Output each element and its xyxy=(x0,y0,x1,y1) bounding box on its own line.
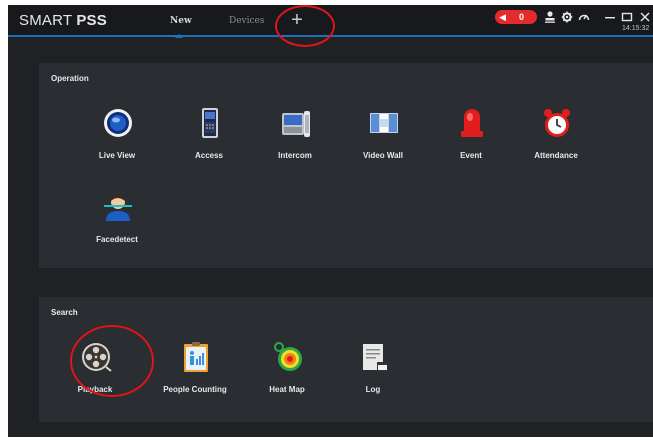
heat-map-tile[interactable]: Heat Map xyxy=(247,341,327,413)
live-view-label: Live View xyxy=(98,151,136,160)
smart-pss-window: SMART PSS New Devices + ◀ 0 14:15:32 Ope… xyxy=(8,5,653,437)
maximize-icon[interactable] xyxy=(621,10,633,24)
attendance-icon xyxy=(541,107,573,139)
attendance-tile[interactable]: Attendance xyxy=(516,107,596,179)
log-icon xyxy=(358,341,390,373)
video-wall-icon xyxy=(368,107,400,139)
user-icon[interactable] xyxy=(544,10,556,24)
clock: 14:15:32 xyxy=(622,25,650,32)
facedetect-tile[interactable]: Facedetect xyxy=(77,191,157,263)
video-wall-label: Video Wall xyxy=(362,151,403,160)
intercom-tile[interactable]: Intercom xyxy=(255,107,335,179)
playback-icon xyxy=(80,341,112,373)
alarm-count: 0 xyxy=(519,12,525,22)
gear-icon[interactable] xyxy=(561,10,573,24)
performance-icon[interactable] xyxy=(578,10,590,24)
access-label: Access xyxy=(194,151,224,160)
intercom-label: Intercom xyxy=(278,151,312,160)
access-icon xyxy=(194,107,226,139)
video-wall-tile[interactable]: Video Wall xyxy=(343,107,423,179)
playback-tile[interactable]: Playback xyxy=(55,341,135,413)
search-title: Search xyxy=(51,308,78,317)
tab-devices[interactable]: Devices xyxy=(229,16,265,26)
operation-title: Operation xyxy=(51,74,89,83)
heat-map-label: Heat Map xyxy=(269,385,305,394)
title-bar: SMART PSS New Devices + ◀ 0 14:15:32 xyxy=(8,5,653,38)
log-label: Log xyxy=(365,385,381,394)
log-tile[interactable]: Log xyxy=(333,341,413,413)
live-view-tile[interactable]: Live View xyxy=(77,107,157,179)
operation-panel: Operation Live View Access Intercom Vide… xyxy=(39,63,653,268)
live-view-icon xyxy=(102,107,134,139)
playback-label: Playback xyxy=(77,385,113,394)
people-counting-tile[interactable]: People Counting xyxy=(155,341,235,413)
access-tile[interactable]: Access xyxy=(169,107,249,179)
people-counting-icon xyxy=(180,341,212,373)
minimize-icon[interactable] xyxy=(604,10,616,24)
tab-new[interactable]: New xyxy=(170,16,192,38)
intercom-icon xyxy=(280,107,312,139)
add-tab-button[interactable]: + xyxy=(288,10,306,30)
close-icon[interactable] xyxy=(639,10,651,24)
facedetect-label: Facedetect xyxy=(96,235,138,244)
facedetect-icon xyxy=(102,191,134,223)
speaker-icon: ◀ xyxy=(499,12,506,22)
event-label: Event xyxy=(460,151,482,160)
event-tile[interactable]: Event xyxy=(431,107,511,179)
app-logo: SMART PSS xyxy=(19,12,107,29)
search-panel: Search Playback People Counting Heat Map… xyxy=(39,297,653,422)
alarm-badge[interactable]: ◀ 0 xyxy=(495,10,537,24)
people-counting-label: People Counting xyxy=(163,385,227,394)
attendance-label: Attendance xyxy=(534,151,578,160)
event-icon xyxy=(456,107,488,139)
heat-map-icon xyxy=(272,341,304,373)
